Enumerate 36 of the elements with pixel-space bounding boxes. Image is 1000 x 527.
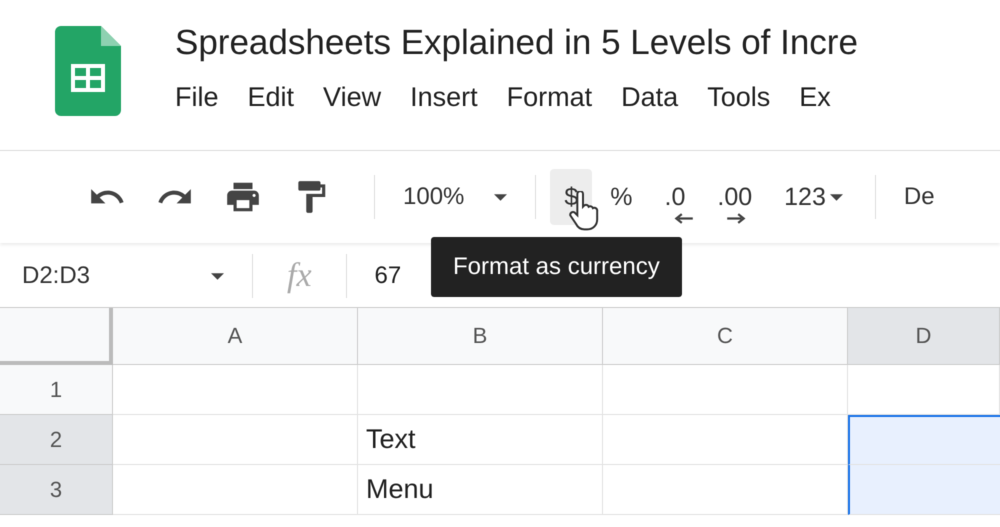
row-header[interactable]: 1: [0, 365, 113, 415]
row-header[interactable]: 3: [0, 465, 113, 515]
caret-icon: [211, 272, 224, 280]
column-header[interactable]: C: [603, 308, 848, 365]
row-header[interactable]: 2: [0, 415, 113, 465]
document-title[interactable]: Spreadsheets Explained in 5 Levels of Incre: [175, 20, 858, 66]
name-box[interactable]: D2:D3: [0, 262, 238, 290]
right-arrow-icon: [725, 212, 748, 224]
table-cell[interactable]: Text: [358, 415, 603, 465]
column-header[interactable]: B: [358, 308, 603, 365]
caret-icon: [494, 194, 508, 200]
format-button[interactable]: %: [596, 169, 647, 225]
menu-item[interactable]: View: [323, 82, 382, 113]
menu-item[interactable]: Data: [621, 82, 678, 113]
format-button[interactable]: 123: [770, 169, 857, 225]
caret-icon: [830, 194, 843, 200]
menu-item[interactable]: File: [175, 82, 219, 113]
sheets-logo-icon[interactable]: [55, 26, 121, 116]
menu-item[interactable]: Ex: [799, 82, 831, 113]
tooltip: Format as currency: [431, 237, 682, 297]
table-cell[interactable]: [848, 415, 1000, 465]
function-label: fx: [286, 257, 313, 295]
format-button[interactable]: .00: [703, 169, 766, 225]
column-header[interactable]: D: [848, 308, 1000, 365]
menu-item[interactable]: Format: [506, 82, 592, 113]
column-header[interactable]: A: [113, 308, 358, 365]
left-arrow-icon: [672, 212, 695, 224]
menu-item[interactable]: Insert: [410, 82, 478, 113]
menu-item[interactable]: Edit: [248, 82, 294, 113]
zoom-dropdown[interactable]: 100%: [389, 183, 522, 211]
font-dropdown[interactable]: De: [890, 183, 935, 211]
formula-input[interactable]: 67: [360, 262, 402, 290]
format-button[interactable]: .0: [650, 169, 700, 225]
menu-item[interactable]: Tools: [707, 82, 770, 113]
table-cell[interactable]: Menu: [358, 465, 603, 515]
select-all-corner[interactable]: [0, 308, 113, 365]
